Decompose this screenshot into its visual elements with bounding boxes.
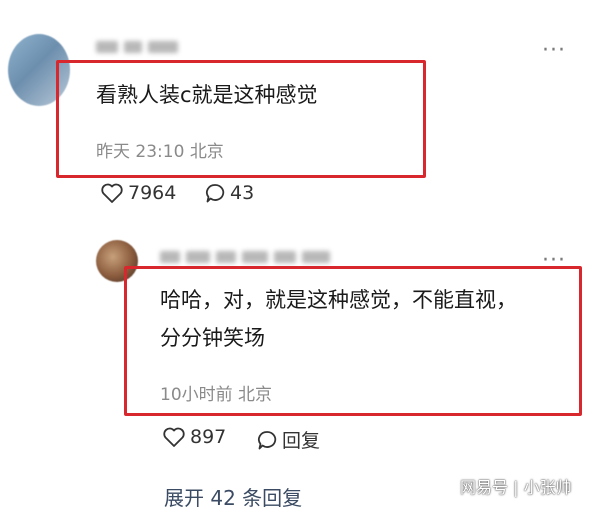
heart-icon: [163, 427, 185, 447]
like-button[interactable]: 7964: [100, 182, 176, 204]
heart-icon: [101, 183, 123, 203]
comment-time: 昨天 23:10: [96, 142, 185, 162]
reply-count: 43: [230, 182, 255, 204]
reply-time: 10小时前: [160, 385, 233, 405]
reply-count-button[interactable]: 43: [204, 182, 254, 204]
watermark: 网易号 | 小张帅: [460, 478, 572, 497]
reply-button-label: 回复: [282, 430, 321, 452]
reply-like-button[interactable]: 897: [162, 426, 226, 448]
like-count: 7964: [128, 182, 177, 204]
reply-location: 北京: [238, 385, 273, 405]
replier-name-blurred[interactable]: [160, 250, 330, 264]
reply-meta: 10小时前 北京: [160, 380, 272, 405]
comment-text: 看熟人装c就是这种感觉: [96, 83, 318, 107]
expand-replies-link[interactable]: 展开 42 条回复: [164, 482, 302, 511]
commenter-name-blurred[interactable]: [96, 40, 178, 54]
reply-text-line2: 分分钟笑场: [160, 326, 265, 350]
comment-bubble-icon: [206, 184, 225, 203]
comment-meta: 昨天 23:10 北京: [96, 137, 224, 162]
reply-like-count: 897: [190, 426, 227, 448]
reply-button[interactable]: 回复: [256, 426, 320, 453]
more-options-icon[interactable]: ···: [542, 40, 566, 62]
comment-location: 北京: [189, 142, 224, 162]
reply-text-line1: 哈哈，对，就是这种感觉，不能直视，: [160, 288, 517, 312]
comment-bubble-icon: [258, 430, 277, 449]
